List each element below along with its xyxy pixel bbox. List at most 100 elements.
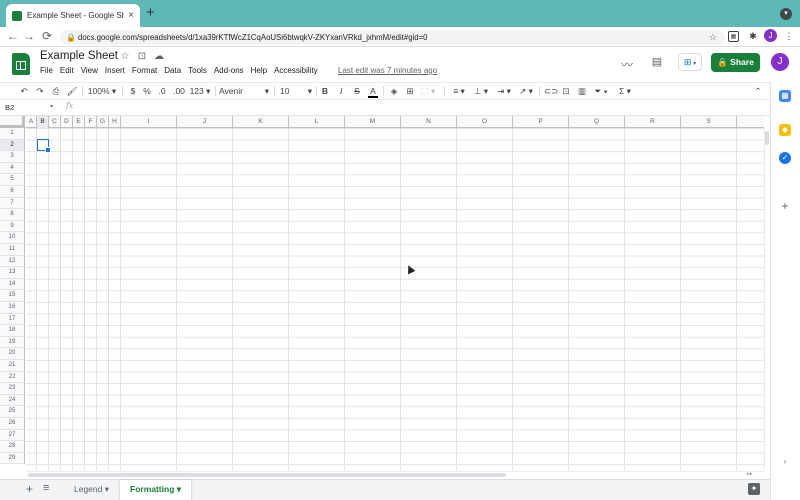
tasks-icon[interactable]: ✓ [779, 152, 791, 164]
italic-button[interactable]: I [336, 84, 346, 98]
menu-tools[interactable]: Tools [188, 66, 207, 78]
user-avatar[interactable]: J [771, 53, 789, 71]
increase-decimal-button[interactable]: .00 [171, 84, 187, 98]
activity-dashboard-icon[interactable]: 〰 [621, 56, 633, 73]
row-header-29[interactable]: 29 [0, 452, 25, 465]
collapse-toolbar-icon[interactable]: ⌃ [752, 84, 764, 98]
scroll-arrows-icon[interactable]: ◂ ▸ [746, 471, 752, 477]
row-header-13[interactable]: 13 [0, 267, 25, 279]
font-select[interactable]: Avenir ▾ [219, 84, 269, 98]
column-header-b[interactable]: B [37, 116, 49, 128]
insert-comment-icon[interactable]: ⊡ [560, 84, 572, 98]
keep-icon[interactable]: ◆ [779, 124, 791, 136]
undo-icon[interactable]: ↶ [18, 84, 30, 98]
new-tab-button[interactable]: + [146, 5, 158, 20]
row-header-8[interactable]: 8 [0, 209, 25, 221]
row-header-27[interactable]: 27 [0, 429, 25, 442]
functions-button[interactable]: Σ ▾ [616, 84, 634, 98]
row-header-7[interactable]: 7 [0, 197, 25, 210]
text-wrapping-icon[interactable]: ⇥ ▾ [494, 84, 514, 98]
vertical-scroll-thumb[interactable] [765, 131, 769, 145]
row-header-17[interactable]: 17 [0, 313, 25, 326]
cloud-status-icon[interactable]: ☁ [153, 51, 165, 63]
row-header-3[interactable]: 3 [0, 151, 25, 163]
column-header-j[interactable]: J [177, 116, 233, 128]
move-folder-icon[interactable]: ⊡ [136, 51, 148, 63]
close-tab-icon[interactable]: × [128, 10, 134, 21]
cell-grid[interactable] [26, 128, 764, 470]
column-header-n[interactable]: N [401, 116, 457, 128]
paint-format-icon[interactable]: 🖌 [66, 84, 78, 98]
column-header-a[interactable]: A [26, 116, 37, 128]
extensions-puzzle-icon[interactable]: ✱ [746, 29, 760, 43]
text-rotation-icon[interactable]: ↗ ▾ [516, 84, 536, 98]
reload-button[interactable]: ⟳ [40, 29, 54, 43]
row-header-2[interactable]: 2 [0, 139, 25, 152]
get-add-ons-icon[interactable]: + [779, 200, 791, 212]
column-header-p[interactable]: P [513, 116, 569, 128]
menu-add-ons[interactable]: Add-ons [214, 66, 244, 78]
row-header-4[interactable]: 4 [0, 162, 25, 175]
row-header-26[interactable]: 26 [0, 418, 25, 430]
tab-search-icon[interactable]: ▾ [780, 8, 792, 20]
formula-input[interactable] [80, 101, 764, 115]
currency-format-button[interactable]: $ [128, 84, 138, 98]
horizontal-align-icon[interactable]: ≡ ▾ [450, 84, 468, 98]
row-header-20[interactable]: 20 [0, 348, 25, 360]
browser-profile-avatar[interactable]: J [764, 29, 777, 42]
redo-icon[interactable]: ↷ [34, 84, 46, 98]
vertical-align-icon[interactable]: ⊥ ▾ [472, 84, 490, 98]
row-header-9[interactable]: 9 [0, 220, 25, 233]
fill-color-icon[interactable]: ◈ [388, 84, 400, 98]
column-header-e[interactable]: E [73, 116, 85, 128]
column-header-l[interactable]: L [289, 116, 345, 128]
strikethrough-button[interactable]: S [352, 84, 362, 98]
row-header-1[interactable]: 1 [0, 128, 25, 140]
column-header-g[interactable]: G [97, 116, 109, 128]
document-title[interactable]: Example Sheet [40, 50, 118, 62]
explore-icon[interactable]: ✦ [748, 483, 760, 495]
insert-chart-icon[interactable]: ▥ [576, 84, 588, 98]
row-header-11[interactable]: 11 [0, 244, 25, 256]
decrease-decimal-button[interactable]: .0 [155, 84, 169, 98]
zoom-select[interactable]: 100% ▾ [86, 84, 118, 98]
name-box[interactable]: B2 [5, 103, 14, 112]
row-header-15[interactable]: 15 [0, 290, 25, 302]
row-header-24[interactable]: 24 [0, 394, 25, 407]
column-header-m[interactable]: M [345, 116, 401, 128]
sheets-logo-icon[interactable] [12, 53, 30, 75]
row-header-10[interactable]: 10 [0, 232, 25, 244]
select-all-corner[interactable] [0, 116, 25, 128]
menu-file[interactable]: File [40, 66, 53, 78]
share-button[interactable]: 🔒 Share [711, 53, 760, 72]
bookmark-star-icon[interactable]: ☆ [709, 30, 717, 45]
column-header-h[interactable]: H [109, 116, 121, 128]
browser-tab[interactable]: Example Sheet - Google Sheets × [6, 4, 140, 27]
row-header-23[interactable]: 23 [0, 383, 25, 395]
row-header-22[interactable]: 22 [0, 371, 25, 384]
column-header-r[interactable]: R [625, 116, 681, 128]
column-header-c[interactable]: C [49, 116, 61, 128]
row-header-19[interactable]: 19 [0, 336, 25, 349]
meet-button[interactable]: ⊞ ▾ [678, 53, 702, 71]
selected-cell[interactable] [37, 139, 51, 153]
column-header-d[interactable]: D [61, 116, 73, 128]
add-sheet-button[interactable]: + [26, 482, 33, 496]
show-side-panel-icon[interactable]: › [779, 456, 791, 468]
column-header-k[interactable]: K [233, 116, 289, 128]
menu-help[interactable]: Help [251, 66, 267, 78]
percent-format-button[interactable]: % [142, 84, 152, 98]
row-header-6[interactable]: 6 [0, 186, 25, 198]
menu-insert[interactable]: Insert [105, 66, 125, 78]
borders-icon[interactable]: ⊞ [404, 84, 416, 98]
back-button[interactable]: ← [6, 29, 20, 43]
column-header-f[interactable]: F [85, 116, 97, 128]
forward-button[interactable]: → [22, 29, 36, 43]
calendar-icon[interactable]: ▦ [779, 90, 791, 102]
star-icon[interactable]: ☆ [119, 51, 131, 63]
row-header-5[interactable]: 5 [0, 174, 25, 186]
last-edit-link[interactable]: Last edit was 7 minutes ago [338, 66, 437, 75]
font-size-select[interactable]: 10 ▾ [280, 84, 312, 98]
column-header-o[interactable]: O [457, 116, 513, 128]
column-header-s[interactable]: S [681, 116, 737, 128]
